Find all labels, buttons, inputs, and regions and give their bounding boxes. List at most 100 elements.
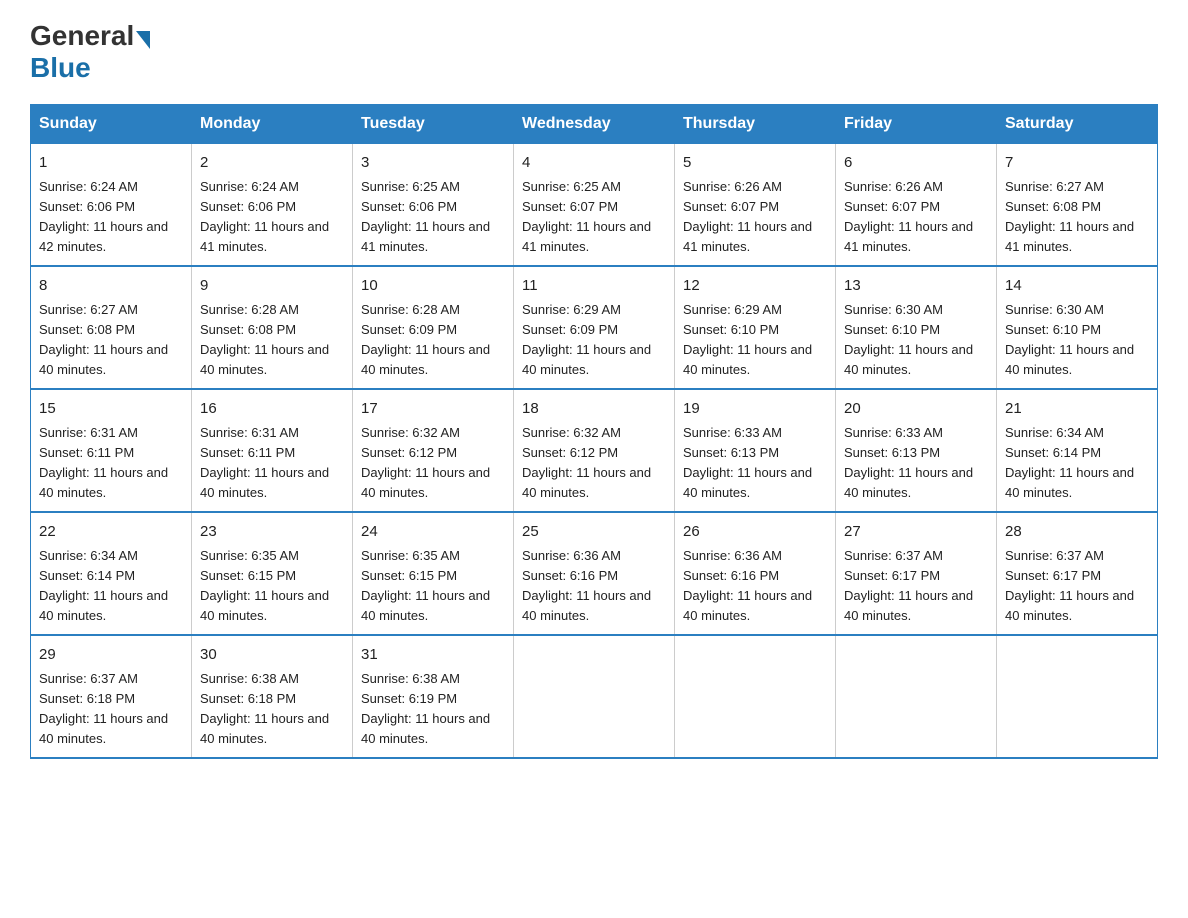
day-number: 21 bbox=[1005, 398, 1149, 421]
calendar-cell: 3Sunrise: 6:25 AMSunset: 6:06 PMDaylight… bbox=[353, 144, 514, 267]
calendar-cell bbox=[836, 635, 997, 758]
day-number: 6 bbox=[844, 152, 988, 175]
calendar-week-row: 1Sunrise: 6:24 AMSunset: 6:06 PMDaylight… bbox=[31, 144, 1158, 267]
calendar-week-row: 29Sunrise: 6:37 AMSunset: 6:18 PMDayligh… bbox=[31, 635, 1158, 758]
calendar-cell: 5Sunrise: 6:26 AMSunset: 6:07 PMDaylight… bbox=[675, 144, 836, 267]
day-number: 26 bbox=[683, 521, 827, 544]
logo-arrow-icon bbox=[136, 31, 150, 49]
day-number: 3 bbox=[361, 152, 505, 175]
logo: General Blue bbox=[30, 20, 152, 84]
day-number: 20 bbox=[844, 398, 988, 421]
calendar-cell: 27Sunrise: 6:37 AMSunset: 6:17 PMDayligh… bbox=[836, 512, 997, 635]
calendar-cell: 24Sunrise: 6:35 AMSunset: 6:15 PMDayligh… bbox=[353, 512, 514, 635]
calendar-cell: 13Sunrise: 6:30 AMSunset: 6:10 PMDayligh… bbox=[836, 266, 997, 389]
calendar-week-row: 8Sunrise: 6:27 AMSunset: 6:08 PMDaylight… bbox=[31, 266, 1158, 389]
day-info: Sunrise: 6:34 AMSunset: 6:14 PMDaylight:… bbox=[39, 546, 183, 627]
day-info: Sunrise: 6:36 AMSunset: 6:16 PMDaylight:… bbox=[522, 546, 666, 627]
calendar-cell: 1Sunrise: 6:24 AMSunset: 6:06 PMDaylight… bbox=[31, 144, 192, 267]
day-number: 2 bbox=[200, 152, 344, 175]
day-info: Sunrise: 6:37 AMSunset: 6:17 PMDaylight:… bbox=[844, 546, 988, 627]
calendar-cell: 6Sunrise: 6:26 AMSunset: 6:07 PMDaylight… bbox=[836, 144, 997, 267]
day-number: 10 bbox=[361, 275, 505, 298]
calendar-week-row: 22Sunrise: 6:34 AMSunset: 6:14 PMDayligh… bbox=[31, 512, 1158, 635]
day-info: Sunrise: 6:35 AMSunset: 6:15 PMDaylight:… bbox=[361, 546, 505, 627]
day-number: 29 bbox=[39, 644, 183, 667]
calendar-cell: 16Sunrise: 6:31 AMSunset: 6:11 PMDayligh… bbox=[192, 389, 353, 512]
day-info: Sunrise: 6:26 AMSunset: 6:07 PMDaylight:… bbox=[683, 177, 827, 258]
weekday-header-thursday: Thursday bbox=[675, 105, 836, 144]
day-info: Sunrise: 6:26 AMSunset: 6:07 PMDaylight:… bbox=[844, 177, 988, 258]
day-info: Sunrise: 6:29 AMSunset: 6:10 PMDaylight:… bbox=[683, 300, 827, 381]
day-number: 4 bbox=[522, 152, 666, 175]
calendar-cell bbox=[675, 635, 836, 758]
calendar-cell bbox=[514, 635, 675, 758]
calendar-cell: 28Sunrise: 6:37 AMSunset: 6:17 PMDayligh… bbox=[997, 512, 1158, 635]
day-info: Sunrise: 6:31 AMSunset: 6:11 PMDaylight:… bbox=[200, 423, 344, 504]
calendar-cell: 22Sunrise: 6:34 AMSunset: 6:14 PMDayligh… bbox=[31, 512, 192, 635]
day-number: 24 bbox=[361, 521, 505, 544]
day-number: 13 bbox=[844, 275, 988, 298]
day-info: Sunrise: 6:25 AMSunset: 6:07 PMDaylight:… bbox=[522, 177, 666, 258]
weekday-header-wednesday: Wednesday bbox=[514, 105, 675, 144]
day-number: 17 bbox=[361, 398, 505, 421]
weekday-header-saturday: Saturday bbox=[997, 105, 1158, 144]
weekday-header-sunday: Sunday bbox=[31, 105, 192, 144]
day-number: 7 bbox=[1005, 152, 1149, 175]
weekday-header-row: SundayMondayTuesdayWednesdayThursdayFrid… bbox=[31, 105, 1158, 144]
calendar-cell: 20Sunrise: 6:33 AMSunset: 6:13 PMDayligh… bbox=[836, 389, 997, 512]
logo-general-text: General bbox=[30, 20, 134, 52]
day-number: 15 bbox=[39, 398, 183, 421]
day-info: Sunrise: 6:24 AMSunset: 6:06 PMDaylight:… bbox=[200, 177, 344, 258]
day-info: Sunrise: 6:38 AMSunset: 6:19 PMDaylight:… bbox=[361, 669, 505, 750]
calendar-cell: 31Sunrise: 6:38 AMSunset: 6:19 PMDayligh… bbox=[353, 635, 514, 758]
calendar-cell: 9Sunrise: 6:28 AMSunset: 6:08 PMDaylight… bbox=[192, 266, 353, 389]
day-number: 25 bbox=[522, 521, 666, 544]
day-number: 5 bbox=[683, 152, 827, 175]
calendar-cell: 14Sunrise: 6:30 AMSunset: 6:10 PMDayligh… bbox=[997, 266, 1158, 389]
day-info: Sunrise: 6:32 AMSunset: 6:12 PMDaylight:… bbox=[361, 423, 505, 504]
day-number: 9 bbox=[200, 275, 344, 298]
calendar-cell: 23Sunrise: 6:35 AMSunset: 6:15 PMDayligh… bbox=[192, 512, 353, 635]
weekday-header-tuesday: Tuesday bbox=[353, 105, 514, 144]
calendar-cell: 15Sunrise: 6:31 AMSunset: 6:11 PMDayligh… bbox=[31, 389, 192, 512]
calendar-cell: 29Sunrise: 6:37 AMSunset: 6:18 PMDayligh… bbox=[31, 635, 192, 758]
day-info: Sunrise: 6:28 AMSunset: 6:09 PMDaylight:… bbox=[361, 300, 505, 381]
day-info: Sunrise: 6:33 AMSunset: 6:13 PMDaylight:… bbox=[683, 423, 827, 504]
day-info: Sunrise: 6:24 AMSunset: 6:06 PMDaylight:… bbox=[39, 177, 183, 258]
calendar-cell: 19Sunrise: 6:33 AMSunset: 6:13 PMDayligh… bbox=[675, 389, 836, 512]
day-info: Sunrise: 6:27 AMSunset: 6:08 PMDaylight:… bbox=[1005, 177, 1149, 258]
calendar-table: SundayMondayTuesdayWednesdayThursdayFrid… bbox=[30, 104, 1158, 759]
calendar-cell: 17Sunrise: 6:32 AMSunset: 6:12 PMDayligh… bbox=[353, 389, 514, 512]
day-info: Sunrise: 6:31 AMSunset: 6:11 PMDaylight:… bbox=[39, 423, 183, 504]
day-number: 12 bbox=[683, 275, 827, 298]
day-number: 18 bbox=[522, 398, 666, 421]
day-number: 11 bbox=[522, 275, 666, 298]
day-info: Sunrise: 6:28 AMSunset: 6:08 PMDaylight:… bbox=[200, 300, 344, 381]
day-info: Sunrise: 6:35 AMSunset: 6:15 PMDaylight:… bbox=[200, 546, 344, 627]
day-number: 19 bbox=[683, 398, 827, 421]
day-number: 16 bbox=[200, 398, 344, 421]
calendar-week-row: 15Sunrise: 6:31 AMSunset: 6:11 PMDayligh… bbox=[31, 389, 1158, 512]
day-info: Sunrise: 6:32 AMSunset: 6:12 PMDaylight:… bbox=[522, 423, 666, 504]
calendar-cell: 25Sunrise: 6:36 AMSunset: 6:16 PMDayligh… bbox=[514, 512, 675, 635]
day-info: Sunrise: 6:29 AMSunset: 6:09 PMDaylight:… bbox=[522, 300, 666, 381]
day-number: 1 bbox=[39, 152, 183, 175]
calendar-cell: 12Sunrise: 6:29 AMSunset: 6:10 PMDayligh… bbox=[675, 266, 836, 389]
calendar-cell bbox=[997, 635, 1158, 758]
day-number: 22 bbox=[39, 521, 183, 544]
calendar-cell: 10Sunrise: 6:28 AMSunset: 6:09 PMDayligh… bbox=[353, 266, 514, 389]
calendar-cell: 26Sunrise: 6:36 AMSunset: 6:16 PMDayligh… bbox=[675, 512, 836, 635]
day-number: 31 bbox=[361, 644, 505, 667]
calendar-cell: 18Sunrise: 6:32 AMSunset: 6:12 PMDayligh… bbox=[514, 389, 675, 512]
calendar-cell: 4Sunrise: 6:25 AMSunset: 6:07 PMDaylight… bbox=[514, 144, 675, 267]
day-info: Sunrise: 6:25 AMSunset: 6:06 PMDaylight:… bbox=[361, 177, 505, 258]
day-number: 28 bbox=[1005, 521, 1149, 544]
day-number: 8 bbox=[39, 275, 183, 298]
calendar-cell: 21Sunrise: 6:34 AMSunset: 6:14 PMDayligh… bbox=[997, 389, 1158, 512]
day-number: 14 bbox=[1005, 275, 1149, 298]
day-info: Sunrise: 6:38 AMSunset: 6:18 PMDaylight:… bbox=[200, 669, 344, 750]
logo-blue-text: Blue bbox=[30, 52, 91, 84]
day-info: Sunrise: 6:37 AMSunset: 6:18 PMDaylight:… bbox=[39, 669, 183, 750]
day-info: Sunrise: 6:37 AMSunset: 6:17 PMDaylight:… bbox=[1005, 546, 1149, 627]
weekday-header-monday: Monday bbox=[192, 105, 353, 144]
